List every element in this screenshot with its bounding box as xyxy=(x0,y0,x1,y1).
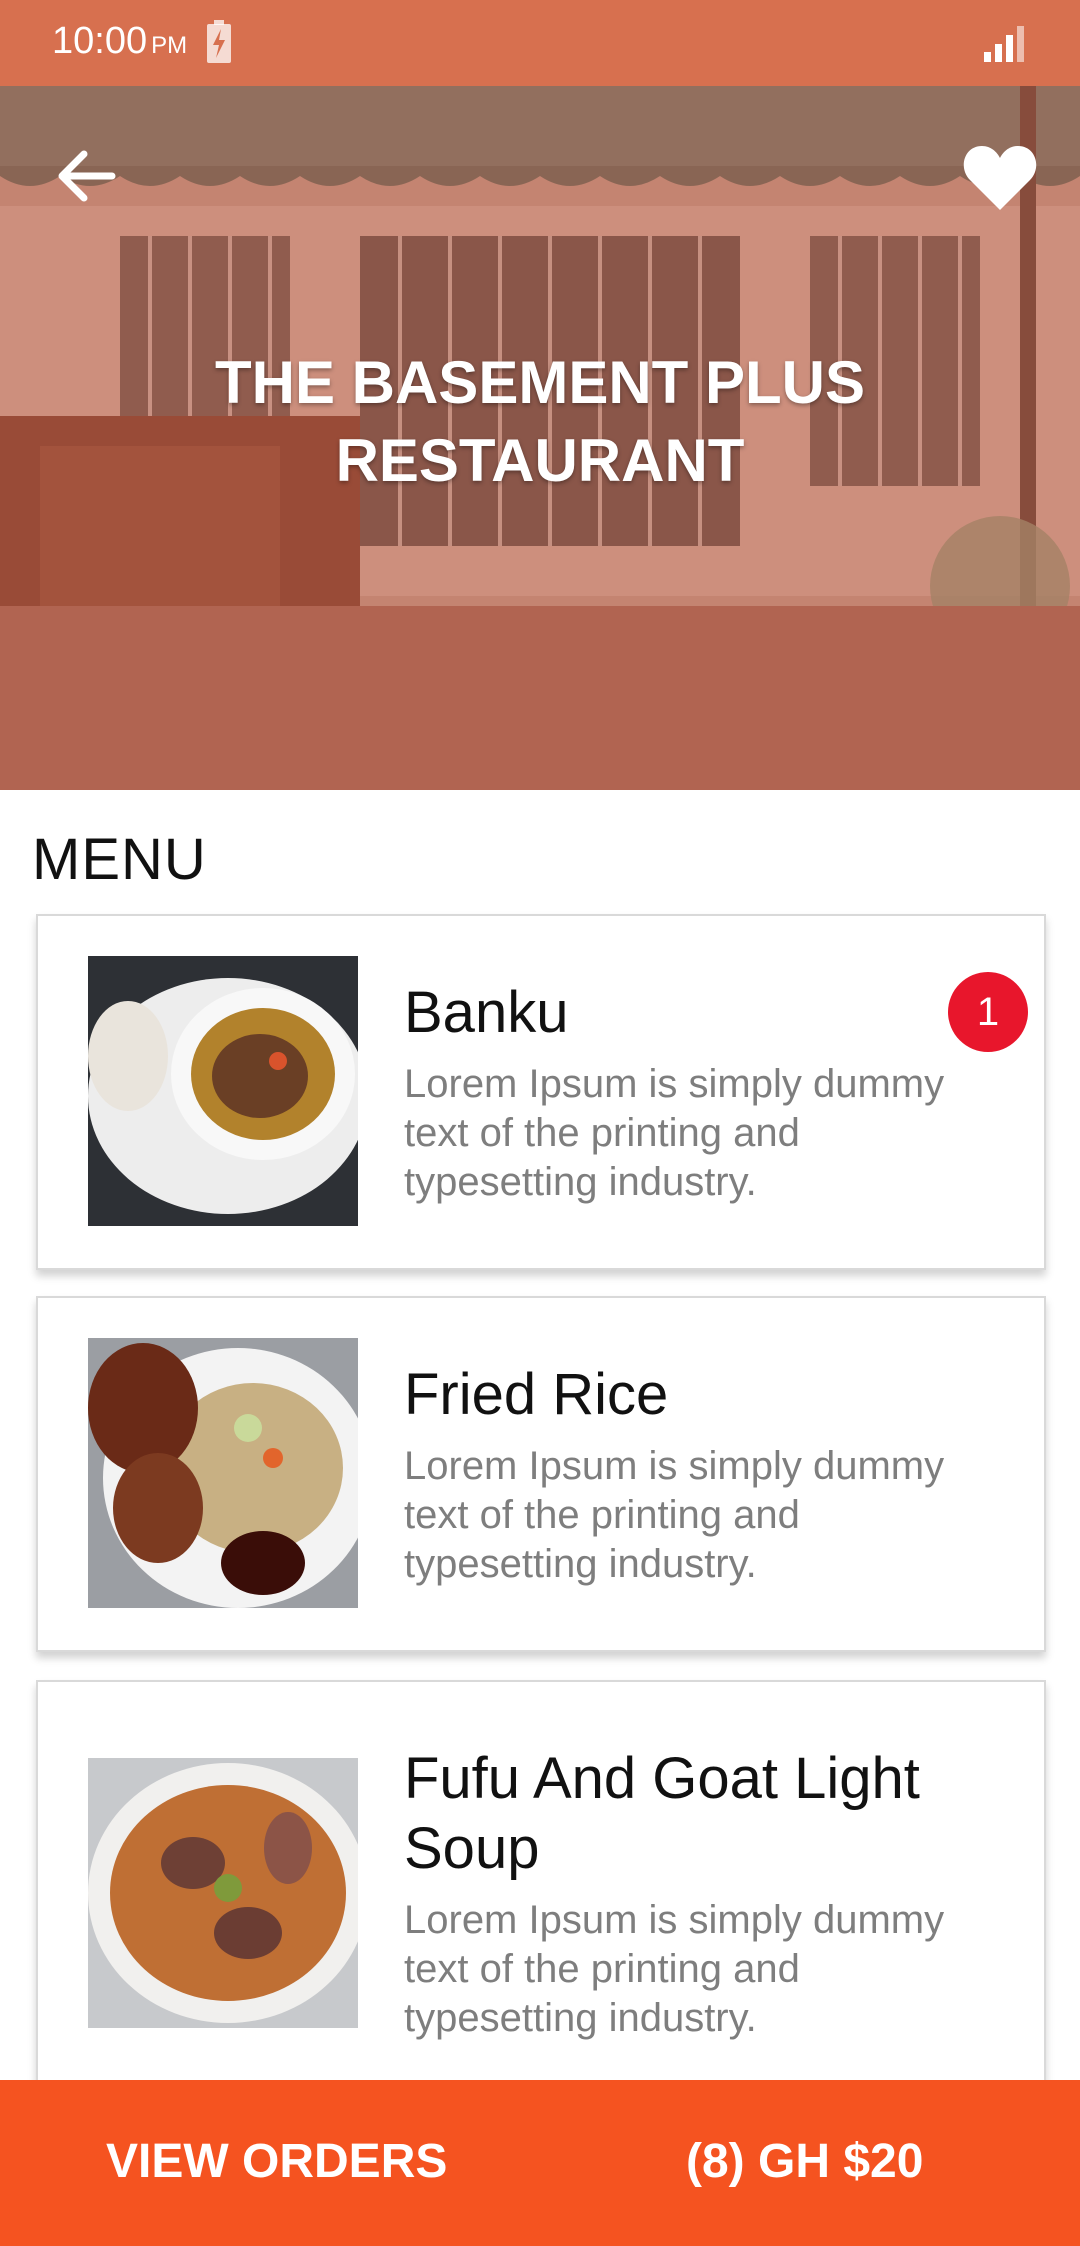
menu-heading: MENU xyxy=(32,827,207,892)
battery-charging-icon xyxy=(207,20,231,63)
favorite-heart-icon[interactable] xyxy=(960,138,1040,218)
restaurant-hero-banner: THE BASEMENT PLUS RESTAURANT xyxy=(0,86,1080,790)
item-count-badge: 1 xyxy=(948,972,1028,1052)
menu-item-image-banku xyxy=(88,956,358,1226)
restaurant-name-line1: THE BASEMENT PLUS xyxy=(214,349,866,416)
restaurant-name-line2: RESTAURANT xyxy=(335,427,745,494)
status-time-value: 10:00 xyxy=(52,20,148,62)
menu-item-title: Banku xyxy=(404,980,569,1045)
back-arrow-icon[interactable] xyxy=(50,138,126,214)
status-ampm: PM xyxy=(151,32,188,59)
menu-item-description: Lorem Ipsum is simply dummy text of the … xyxy=(404,1444,945,1586)
order-summary: (8) GH $20 xyxy=(686,2135,924,2188)
menu-item-title: Fried Rice xyxy=(404,1362,669,1427)
status-bar: 10:00 PM xyxy=(0,0,1080,86)
menu-item-image-fufu xyxy=(88,1758,358,2028)
menu-item-image-fried-rice xyxy=(88,1338,358,1608)
view-orders-button[interactable]: VIEW ORDERS xyxy=(106,2134,447,2189)
restaurant-name: THE BASEMENT PLUS RESTAURANT xyxy=(0,344,1080,500)
bottom-order-bar: VIEW ORDERS (8) GH $20 xyxy=(0,2080,1080,2246)
menu-item-card-banku[interactable]: Banku Lorem Ipsum is simply dummy text o… xyxy=(36,914,1046,1270)
menu-item-title: Fufu And Goat Light Soup xyxy=(404,1746,920,1881)
signal-icon xyxy=(984,26,1024,62)
menu-item-card-fufu[interactable]: Fufu And Goat Light Soup Lorem Ipsum is … xyxy=(36,1680,1046,2104)
menu-item-card-fried-rice[interactable]: Fried Rice Lorem Ipsum is simply dummy t… xyxy=(36,1296,1046,1652)
menu-item-description: Lorem Ipsum is simply dummy text of the … xyxy=(404,1062,945,1204)
menu-item-description: Lorem Ipsum is simply dummy text of the … xyxy=(404,1898,945,2040)
status-time: 10:00 PM xyxy=(52,20,187,63)
